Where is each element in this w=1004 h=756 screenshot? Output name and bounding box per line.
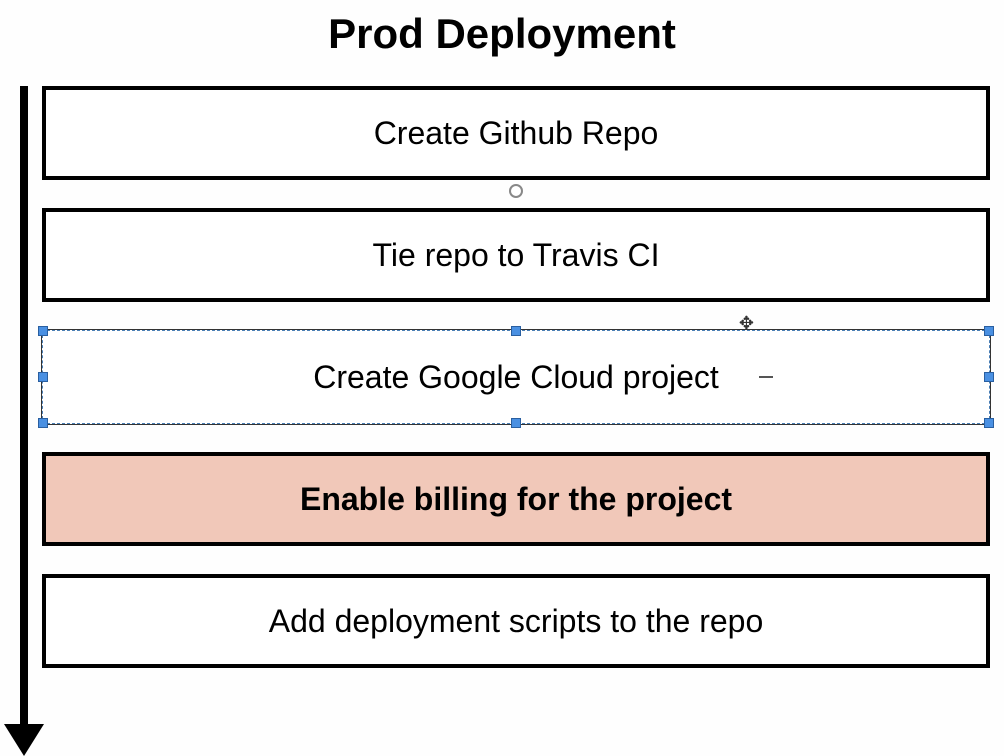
flow-diagram: Create Github Repo Tie repo to Travis CI… xyxy=(0,86,1004,668)
step-box-0[interactable]: Create Github Repo xyxy=(42,86,990,180)
rotate-handle-icon[interactable] xyxy=(509,184,523,198)
step-label: Add deployment scripts to the repo xyxy=(269,603,764,640)
flow-arrow xyxy=(20,86,28,726)
step-box-4[interactable]: Add deployment scripts to the repo xyxy=(42,574,990,668)
step-label: Create Github Repo xyxy=(374,115,659,152)
step-label: Enable billing for the project xyxy=(300,481,732,518)
step-box-1[interactable]: Tie repo to Travis CI xyxy=(42,208,990,302)
resize-handle-bottom-left[interactable] xyxy=(38,418,48,428)
resize-handle-bottom-center[interactable] xyxy=(511,418,521,428)
resize-handle-middle-left[interactable] xyxy=(38,372,48,382)
resize-handle-bottom-right[interactable] xyxy=(984,418,994,428)
step-label: Create Google Cloud project xyxy=(313,359,719,396)
diagram-title: Prod Deployment xyxy=(0,0,1004,58)
move-cursor-icon: ✥ xyxy=(739,313,754,334)
step-box-3[interactable]: Enable billing for the project xyxy=(42,452,990,546)
resize-handle-top-right[interactable] xyxy=(984,326,994,336)
step-box-2[interactable]: Create Google Cloud project ✥ xyxy=(42,330,990,424)
resize-handle-top-center[interactable] xyxy=(511,326,521,336)
steps-container: Create Github Repo Tie repo to Travis CI… xyxy=(42,86,990,668)
step-label: Tie repo to Travis CI xyxy=(373,237,660,274)
resize-handle-top-left[interactable] xyxy=(38,326,48,336)
cursor-trail xyxy=(759,376,773,378)
resize-handle-middle-right[interactable] xyxy=(984,372,994,382)
